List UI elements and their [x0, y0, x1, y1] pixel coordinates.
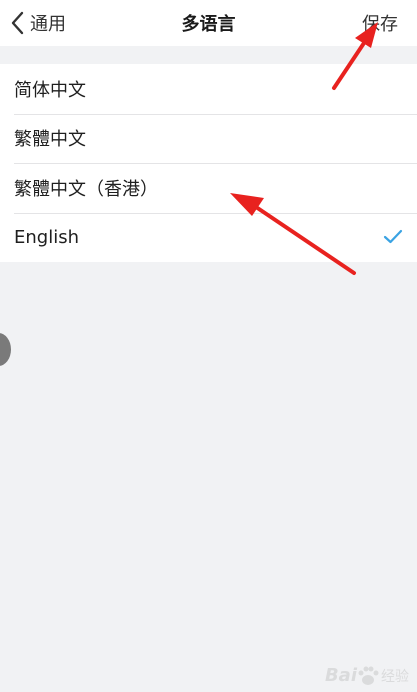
language-label: 简体中文 — [14, 79, 86, 101]
navigation-bar: 通用 多语言 保存 — [0, 0, 417, 46]
language-settings-screen: 通用 多语言 保存 简体中文 繁體中文 繁體中文（香港） English Bai… — [0, 0, 417, 692]
language-label: 繁體中文（香港） — [14, 178, 158, 200]
language-option-simplified-chinese[interactable]: 简体中文 — [0, 64, 417, 114]
save-button[interactable]: 保存 — [362, 10, 398, 36]
language-option-english[interactable]: English — [0, 212, 417, 263]
language-option-traditional-chinese-hk[interactable]: 繁體中文（香港） — [0, 163, 417, 213]
language-label: English — [14, 226, 79, 248]
checkmark-icon — [383, 229, 403, 243]
watermark: Bai 经验 — [325, 665, 409, 686]
page-title: 多语言 — [181, 14, 236, 35]
paw-icon — [358, 666, 379, 685]
watermark-suffix: 经验 — [381, 668, 409, 685]
language-list: 简体中文 繁體中文 繁體中文（香港） English — [0, 64, 417, 262]
watermark-logo: Bai — [324, 665, 357, 686]
floating-assist-handle[interactable] — [0, 333, 11, 366]
language-option-traditional-chinese[interactable]: 繁體中文 — [0, 113, 417, 164]
language-label: 繁體中文 — [14, 129, 86, 151]
